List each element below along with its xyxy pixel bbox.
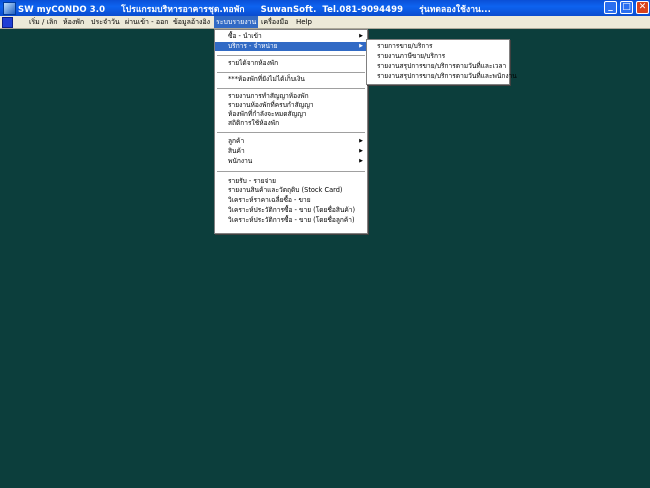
menu-check-in-out[interactable]: ผ่านเข้า - ออก [123, 16, 171, 28]
menu-item-label: วิเคราะห์ราคาเฉลี่ยซื้อ - ขาย [228, 196, 311, 204]
menu-item-unpaid-rooms[interactable]: ***ห้องพักที่ยังไม่ได้เก็บเงิน [215, 75, 367, 84]
menu-item-label: สินค้า [228, 147, 245, 155]
chevron-right-icon: ▶ [359, 158, 363, 164]
company-name: SuwanSoft. [260, 5, 317, 15]
chevron-right-icon: ▶ [359, 148, 363, 154]
menu-separator [217, 132, 365, 133]
chevron-right-icon: ▶ [359, 33, 363, 39]
app-name: SW myCONDO 3.0 [18, 5, 106, 15]
minimize-button[interactable]: _ [604, 1, 617, 14]
menu-item-products[interactable]: สินค้า ▶ [215, 147, 367, 156]
menu-item-history-by-product[interactable]: วิเคราะห์ประวัติการซื้อ - ขาย (โดยชื่อสิ… [215, 206, 367, 215]
reports-dropdown: ซื้อ - นำเข้า ▶ บริการ - จำหน่าย ▶ รายได้จ… [214, 29, 368, 234]
submenu-item-label: รายงานภาษีขาย/บริการ [377, 52, 446, 60]
menu-item-label: พนักงาน [228, 157, 253, 165]
menu-item-completed-contracts[interactable]: รายงานห้องพักที่ครบกำสัญญา [215, 101, 367, 110]
phone-number: Tel.081-9094499 [322, 5, 404, 15]
menu-separator [217, 88, 365, 89]
menu-reports[interactable]: ระบบรายงาน [214, 16, 258, 28]
submenu-item-summary-by-date-staff[interactable]: รายงานสรุปการขาย/บริการตามวันที่และพนักง… [367, 72, 517, 81]
document-icon[interactable] [2, 17, 13, 28]
maximize-button[interactable]: □ [620, 1, 633, 14]
menu-item-room-usage-stats[interactable]: สถิติการใช้ห้องพัก [215, 119, 367, 128]
close-button[interactable]: ✕ [636, 1, 649, 14]
menu-item-label: รายได้จากห้องพัก [228, 59, 279, 67]
submenu-item-sales-list[interactable]: รายการขาย/บริการ [367, 42, 509, 51]
menu-rooms[interactable]: ห้องพัก [61, 16, 86, 28]
menu-item-label: สถิติการใช้ห้องพัก [228, 119, 280, 127]
menu-item-service-sales[interactable]: บริการ - จำหน่าย ▶ [215, 42, 367, 51]
menu-separator [217, 171, 365, 172]
menu-item-label: บริการ - จำหน่าย [228, 42, 278, 50]
menu-item-room-contracts[interactable]: รายงานการทำสัญญาห้องพัก [215, 92, 367, 101]
menu-tools[interactable]: เครื่องมือ [259, 16, 290, 28]
menu-item-label: รายงานสินค้าและวัตถุดิบ (Stock Card) [228, 186, 343, 194]
chevron-right-icon: ▶ [359, 138, 363, 144]
menu-item-customers[interactable]: ลูกค้า ▶ [215, 137, 367, 146]
menu-item-avg-price-analysis[interactable]: วิเคราะห์ราคาเฉลี่ยซื้อ - ขาย [215, 196, 367, 205]
service-submenu: รายการขาย/บริการ รายงานภาษีขาย/บริการ รา… [366, 39, 517, 85]
menu-item-expiring-contracts[interactable]: ห้องพักที่กำลังจะหมดสัญญา [215, 110, 367, 119]
menu-item-income-expense[interactable]: รายรับ - รายจ่าย [215, 177, 367, 186]
menu-item-staff[interactable]: พนักงาน ▶ [215, 157, 367, 166]
title-bar[interactable]: SW myCONDO 3.0 โปรแกรมบริหารอาคารชุด.หอพั… [0, 0, 650, 16]
menu-help[interactable]: Help [294, 16, 314, 28]
submenu-item-sales-tax[interactable]: รายงานภาษีขาย/บริการ [367, 52, 509, 61]
window-title: SW myCONDO 3.0 โปรแกรมบริหารอาคารชุด.หอพั… [18, 2, 507, 16]
menu-item-label: ลูกค้า [228, 137, 245, 145]
menu-bar: เริ่ม / เลิก ห้องพัก ประจำวัน ผ่านเข้า -… [0, 16, 650, 29]
menu-item-label: วิเคราะห์ประวัติการซื้อ - ขาย (โดยชื่อลู… [228, 216, 355, 224]
menu-item-label: ห้องพักที่กำลังจะหมดสัญญา [228, 110, 307, 118]
app-icon[interactable] [3, 2, 16, 15]
edition-label: รุ่นทดลองใช้งาน... [419, 5, 491, 15]
menu-item-label: ซื้อ - นำเข้า [228, 32, 262, 40]
menu-item-label: วิเคราะห์ประวัติการซื้อ - ขาย (โดยชื่อสิ… [228, 206, 356, 214]
menu-item-stock-card[interactable]: รายงานสินค้าและวัตถุดิบ (Stock Card) [215, 186, 367, 195]
submenu-item-summary-by-date-time[interactable]: รายงานสรุปการขาย/บริการตามวันที่และเวลา [367, 62, 509, 71]
menu-item-label: รายงานห้องพักที่ครบกำสัญญา [228, 101, 314, 109]
submenu-item-label: รายงานสรุปการขาย/บริการตามวันที่และเวลา [377, 62, 507, 70]
menu-reference-data[interactable]: ข้อมูลอ้างอิง [171, 16, 212, 28]
menu-item-label: รายรับ - รายจ่าย [228, 177, 276, 185]
menu-item-purchase-import[interactable]: ซื้อ - นำเข้า ▶ [215, 32, 367, 41]
app-subtitle: โปรแกรมบริหารอาคารชุด.หอพัก [121, 5, 245, 15]
menu-separator [217, 55, 365, 56]
menu-item-label: รายงานการทำสัญญาห้องพัก [228, 92, 309, 100]
submenu-item-label: รายงานสรุปการขาย/บริการตามวันที่และพนักง… [377, 72, 517, 80]
menu-item-room-income[interactable]: รายได้จากห้องพัก [215, 59, 367, 68]
menu-start-stop[interactable]: เริ่ม / เลิก [27, 16, 60, 28]
submenu-item-label: รายการขาย/บริการ [377, 42, 433, 50]
menu-separator [217, 72, 365, 73]
menu-item-history-by-customer[interactable]: วิเคราะห์ประวัติการซื้อ - ขาย (โดยชื่อลู… [215, 216, 367, 225]
menu-item-label: ***ห้องพักที่ยังไม่ได้เก็บเงิน [228, 75, 305, 83]
menu-daily[interactable]: ประจำวัน [89, 16, 122, 28]
chevron-right-icon: ▶ [359, 43, 363, 49]
